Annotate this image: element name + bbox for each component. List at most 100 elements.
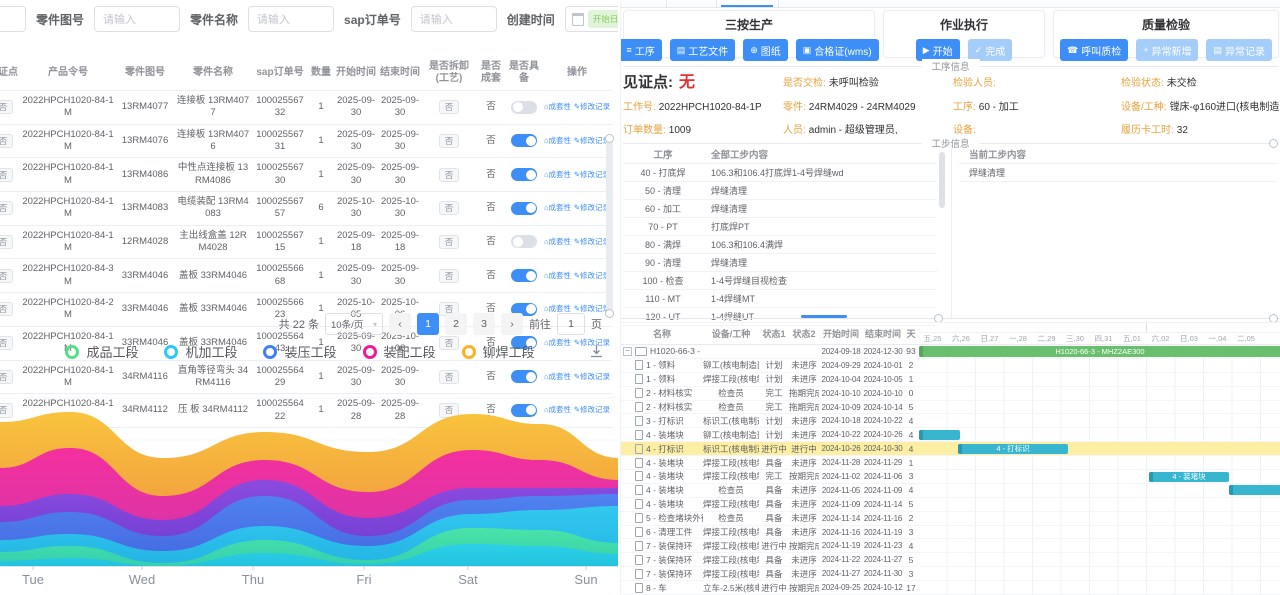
- gantt-row[interactable]: −H1020-66-3 - MHZ2AE300 2024-09-18 2024-…: [621, 345, 1280, 359]
- certificate-button[interactable]: ▣合格证(wms): [796, 39, 879, 61]
- gantt-bar[interactable]: [1229, 485, 1280, 495]
- drag-handle[interactable]: [605, 309, 614, 318]
- tab-stub[interactable]: [666, 0, 717, 7]
- drawing-button[interactable]: ⊕图纸: [743, 39, 788, 61]
- legend-item[interactable]: 装配工段: [363, 342, 436, 361]
- split-chip[interactable]: 否: [439, 370, 460, 384]
- split-chip[interactable]: 否: [439, 100, 460, 114]
- call-button[interactable]: ☎呼叫质检: [1060, 39, 1128, 61]
- witness-chip[interactable]: 否: [0, 134, 13, 148]
- gantt-row[interactable]: 1 - 领料 焊接工段(核电制造部) 计划 未进序 2024-10-04 202…: [621, 373, 1280, 387]
- witness-chip[interactable]: 否: [0, 302, 13, 316]
- gantt-row[interactable]: 8 - 车 立车-2.5米(核电制造部) 进行中 按期完成 2024-09-25…: [621, 581, 1280, 595]
- gantt-row[interactable]: 7 - 装保持环 焊接工段(核电制造部) 具备 未进序 2024-11-27 2…: [621, 567, 1280, 581]
- filter-input-1[interactable]: 请输入: [248, 6, 334, 32]
- witness-chip[interactable]: 否: [0, 201, 13, 215]
- set-link[interactable]: ⌂成套性: [544, 372, 571, 381]
- cut-filter-input[interactable]: [0, 6, 26, 32]
- left-scrollbar[interactable]: [606, 138, 613, 312]
- step-row[interactable]: 70 - PT打底焊PT: [623, 218, 937, 236]
- gantt-bar[interactable]: H1020-66-3 - MHZ2AE300: [919, 346, 1280, 357]
- page-button-3[interactable]: 3: [473, 313, 495, 335]
- download-icon[interactable]: [589, 344, 604, 364]
- record-button[interactable]: ▤异常记录: [1206, 39, 1272, 61]
- gantt-row[interactable]: 3 - 打标识 标识工(核电制造部) 计划 未进序 2024-10-18 202…: [621, 414, 1280, 428]
- gantt-row[interactable]: 4 - 装堵块 检查员 具备 未进序 2024-11-05 2024-11-09…: [621, 484, 1280, 498]
- step-row[interactable]: 60 - 加工焊缝清理: [623, 200, 937, 218]
- modify-link[interactable]: ✎修改记录: [574, 237, 610, 246]
- gantt-row[interactable]: 7 - 装保持环 焊接工段(核电制造部) 具备 未进序 2024-11-22 2…: [621, 553, 1280, 567]
- ready-toggle[interactable]: [511, 269, 537, 282]
- set-link[interactable]: ⌂成套性: [544, 170, 571, 179]
- tab-stub[interactable]: [621, 0, 667, 7]
- steps-scrollbar[interactable]: [939, 152, 945, 208]
- split-chip[interactable]: 否: [439, 201, 460, 215]
- page-button-2[interactable]: 2: [445, 313, 467, 335]
- set-link[interactable]: ⌂成套性: [544, 203, 571, 212]
- legend-item[interactable]: 成品工段: [65, 342, 138, 361]
- goto-page-input[interactable]: 1: [557, 313, 585, 335]
- collapse-icon[interactable]: −: [623, 347, 632, 356]
- ready-toggle[interactable]: [511, 202, 537, 215]
- step-row[interactable]: 80 - 满焊106.3和106.4满焊: [623, 236, 937, 254]
- gantt-row[interactable]: 4 - 装堵块 焊接工段(核电制造部) 具备 未进序 2024-11-28 20…: [621, 456, 1280, 470]
- prev-page-button[interactable]: ‹: [389, 313, 411, 335]
- filter-input-0[interactable]: 请输入: [94, 6, 180, 32]
- legend-item[interactable]: 机加工段: [164, 342, 237, 361]
- list-button[interactable]: ≡工序: [620, 39, 662, 61]
- gantt-row[interactable]: 7 - 装保持环 焊接工段(核电制造部) 进行中 按期完成 2024-11-19…: [621, 539, 1280, 553]
- split-chip[interactable]: 否: [439, 269, 460, 283]
- gantt-row[interactable]: 4 - 装堵块 铆工(核电制造部) 计划 未进序 2024-10-22 2024…: [621, 428, 1280, 442]
- legend-item[interactable]: 装压工段: [263, 342, 336, 361]
- gantt-row[interactable]: 6 - 清理工件 焊接工段(核电制造部) 具备 未进序 2024-11-16 2…: [621, 526, 1280, 540]
- gantt-row[interactable]: 4 - 打标识 标识工(核电制造部) 进行中 进行中 2024-10-26 20…: [621, 442, 1280, 456]
- gantt-row[interactable]: 2 - 材料核实 检查员 完工 拖期完成 2024-10-10 2024-10-…: [621, 387, 1280, 401]
- split-chip[interactable]: 否: [439, 235, 460, 249]
- set-link[interactable]: ⌂成套性: [544, 304, 571, 313]
- witness-chip[interactable]: 否: [0, 269, 13, 283]
- split-chip[interactable]: 否: [439, 168, 460, 182]
- gantt-bar[interactable]: [919, 430, 960, 440]
- add-button[interactable]: +异常新增: [1136, 39, 1198, 61]
- ready-toggle[interactable]: [511, 370, 537, 383]
- step-row[interactable]: 50 - 清理焊缝清理: [623, 182, 937, 200]
- step-row[interactable]: 90 - 清理焊缝清理: [623, 254, 937, 272]
- legend-item[interactable]: 铆焊工段: [462, 342, 535, 361]
- horizontal-splitter[interactable]: [621, 318, 1280, 319]
- create-time-range-picker[interactable]: 开始日期 - 结束日期: [565, 6, 618, 32]
- drag-handle[interactable]: [605, 134, 614, 143]
- step-row[interactable]: 110 - MT1-4焊缝MT: [623, 290, 937, 308]
- drag-handle[interactable]: [1269, 139, 1278, 148]
- gantt-bar[interactable]: 4 - 装堵块: [1149, 472, 1229, 482]
- gantt-row[interactable]: 1 - 领料 铆工(核电制造部) 计划 未进序 2024-09-29 2024-…: [621, 359, 1280, 373]
- set-link[interactable]: ⌂成套性: [544, 271, 571, 280]
- modify-link[interactable]: ✎修改记录: [574, 102, 610, 111]
- set-link[interactable]: ⌂成套性: [544, 102, 571, 111]
- witness-chip[interactable]: 否: [0, 100, 13, 114]
- filter-input-2[interactable]: 请输入: [411, 6, 497, 32]
- modify-link[interactable]: ✎修改记录: [574, 372, 610, 381]
- witness-chip[interactable]: 否: [0, 370, 13, 384]
- ready-toggle[interactable]: [511, 168, 537, 181]
- modify-link[interactable]: ✎修改记录: [574, 170, 610, 179]
- split-chip[interactable]: 否: [439, 134, 460, 148]
- witness-chip[interactable]: 否: [0, 168, 13, 182]
- gantt-row[interactable]: 4 - 装堵块 焊接工段(核电制造部) 具备 未进序 2024-11-09 20…: [621, 498, 1280, 512]
- page-size-select[interactable]: 10条/页 ▾: [325, 313, 383, 335]
- step-row[interactable]: 100 - 检查1-4号焊缝目视检查: [623, 272, 937, 290]
- gantt-bar[interactable]: 4 - 打标识: [958, 444, 1068, 454]
- ready-toggle[interactable]: [511, 235, 537, 248]
- file-button[interactable]: ▤工艺文件: [670, 39, 736, 61]
- next-page-button[interactable]: ›: [501, 313, 523, 335]
- ready-toggle[interactable]: [511, 101, 537, 114]
- step-row[interactable]: 40 - 打底焊106.3和106.4打底焊1-4号焊缝wd: [623, 164, 937, 182]
- modify-link[interactable]: ✎修改记录: [574, 271, 610, 280]
- start-button[interactable]: ▶开始: [916, 39, 960, 61]
- gantt-row[interactable]: 2 - 材料核实 检查员 完工 拖期完成 2024-10-09 2024-10-…: [621, 401, 1280, 415]
- finish-button[interactable]: ✓完成: [968, 39, 1013, 61]
- ready-toggle[interactable]: [511, 134, 537, 147]
- page-button-1[interactable]: 1: [417, 313, 439, 335]
- start-date-placeholder[interactable]: 开始日期: [588, 10, 618, 28]
- gantt-row[interactable]: 5 - 检查堵块外径 检查员 具备 未进序 2024-11-14 2024-11…: [621, 512, 1280, 526]
- modify-link[interactable]: ✎修改记录: [574, 203, 610, 212]
